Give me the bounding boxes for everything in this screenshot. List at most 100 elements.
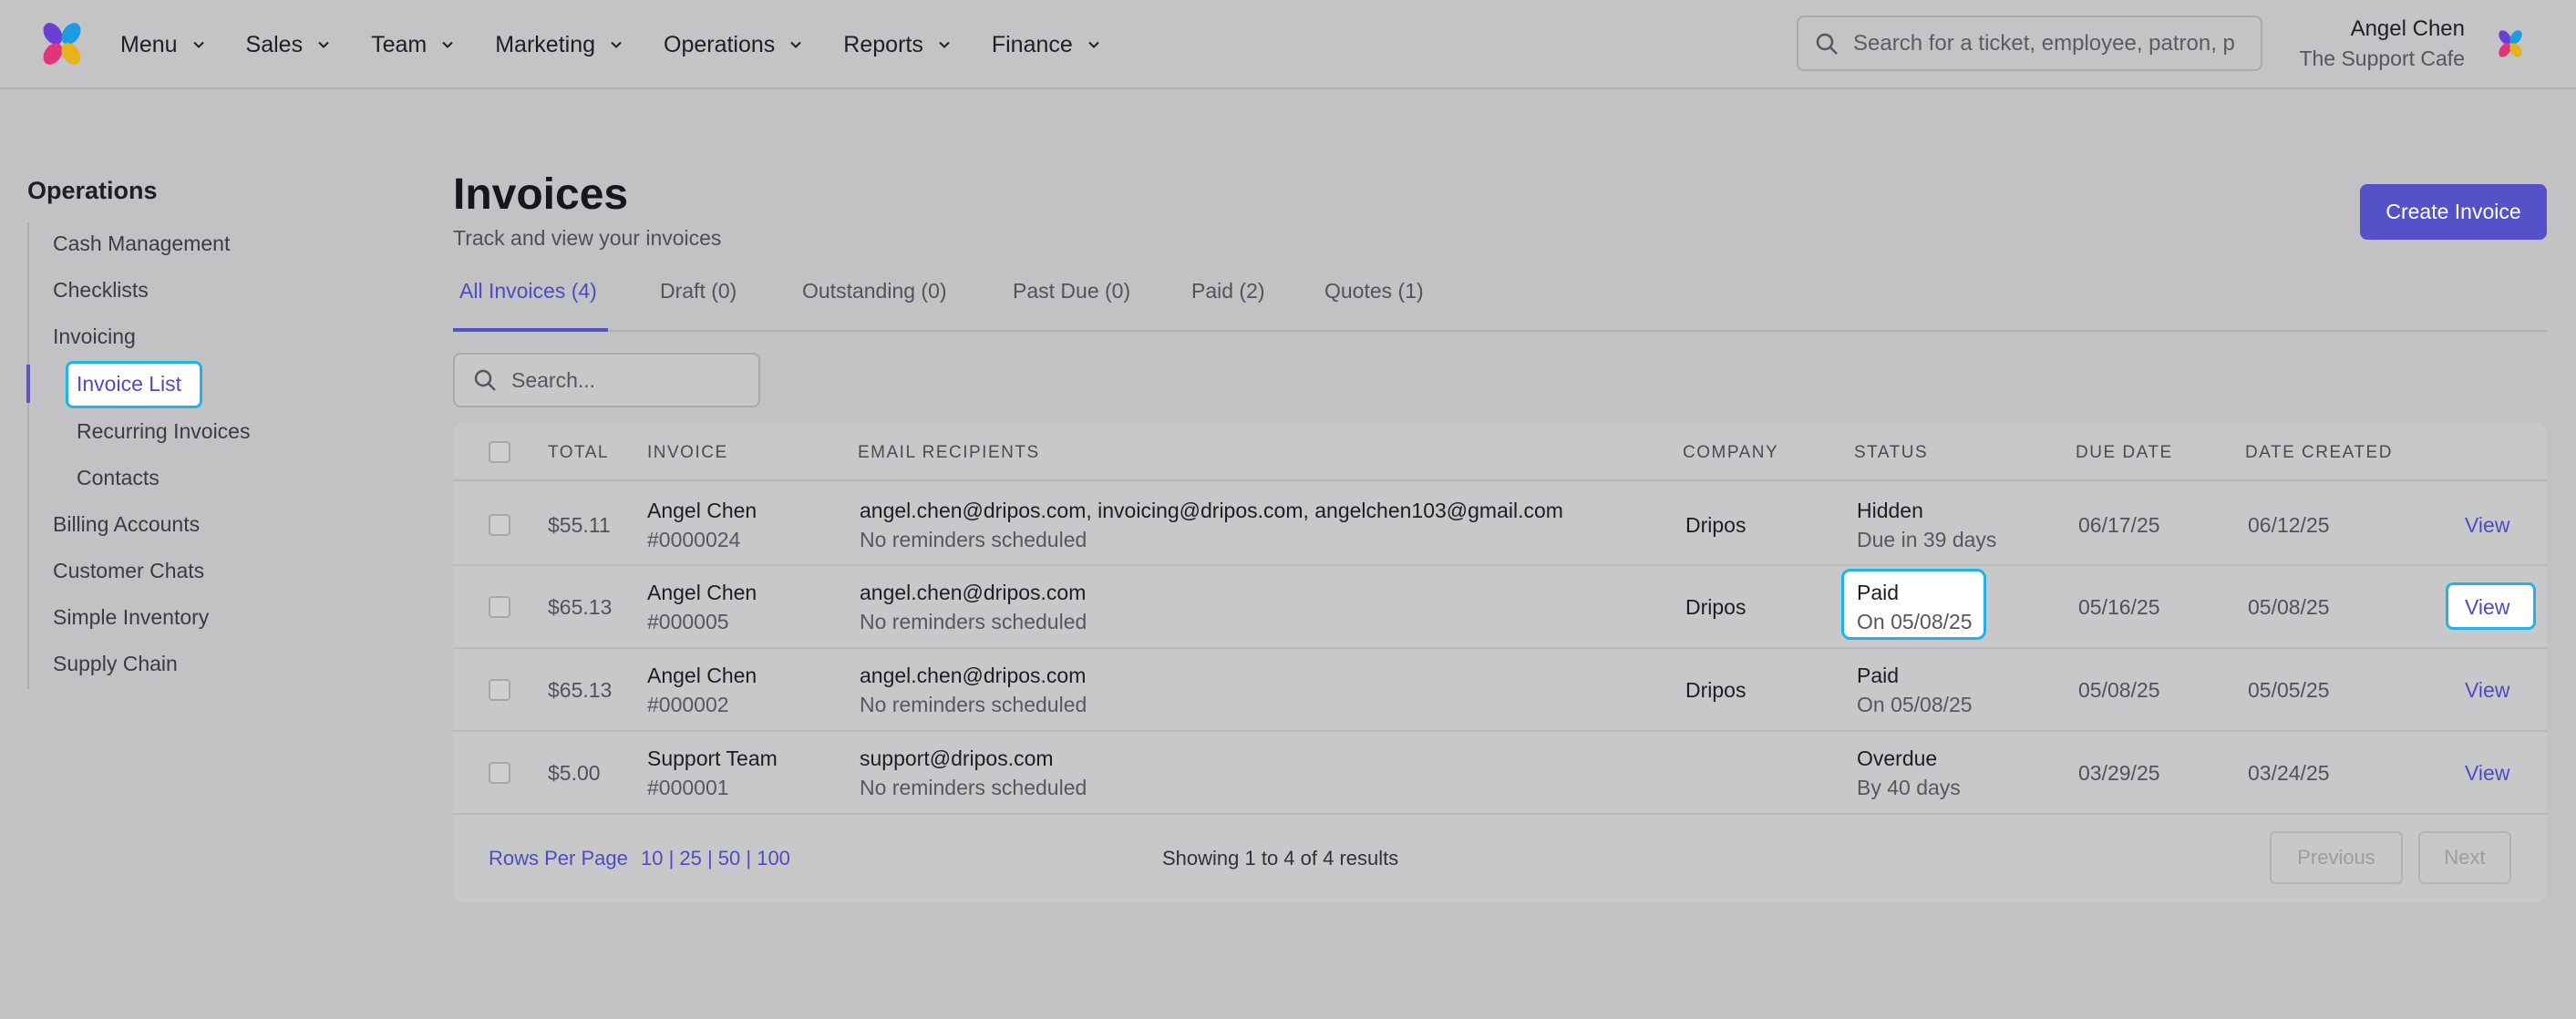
row-due-date: 06/17/25 xyxy=(2078,513,2160,537)
sidebar-item-invoicing[interactable]: Invoicing xyxy=(53,324,136,349)
sidebar-item-checklists[interactable]: Checklists xyxy=(53,278,149,303)
sidebar-item-customer-chats[interactable]: Customer Chats xyxy=(53,559,204,583)
sidebar-item-contacts[interactable]: Contacts xyxy=(77,466,160,490)
row-reminder-status: No reminders scheduled xyxy=(860,610,1087,633)
table-row[interactable]: $55.11 Angel Chen #0000024 angel.chen@dr… xyxy=(453,483,2547,566)
tab-outstanding[interactable]: Outstanding (0) xyxy=(802,279,947,304)
header-due-date: DUE DATE xyxy=(2076,443,2173,462)
row-company: Dripos xyxy=(1685,678,1747,702)
nav-menu[interactable]: Menu xyxy=(120,32,205,58)
row-total: $65.13 xyxy=(548,595,613,619)
header-company: COMPANY xyxy=(1683,443,1779,462)
row-date-created: 03/24/25 xyxy=(2248,761,2330,785)
table-row[interactable]: $65.13 Angel Chen #000002 angel.chen@dri… xyxy=(453,649,2547,732)
sidebar-item-invoice-list[interactable]: Invoice List xyxy=(77,372,181,396)
row-checkbox[interactable] xyxy=(489,679,510,701)
row-status-detail: On 05/08/25 xyxy=(1857,610,1973,633)
row-view-link[interactable]: View xyxy=(2465,678,2509,703)
nav-reports-label: Reports xyxy=(843,31,923,57)
nav-reports[interactable]: Reports xyxy=(843,32,951,58)
tab-all-invoices[interactable]: All Invoices (4) xyxy=(459,279,597,304)
invoice-search[interactable] xyxy=(453,353,760,407)
results-summary: Showing 1 to 4 of 4 results xyxy=(1162,847,1399,870)
row-customer-name: Angel Chen xyxy=(647,581,757,604)
row-status: Hidden xyxy=(1857,499,1923,522)
select-all-checkbox[interactable] xyxy=(489,441,510,463)
row-status: Paid xyxy=(1857,664,1900,687)
row-email-recipients: angel.chen@dripos.com, invoicing@dripos.… xyxy=(860,499,1563,522)
nav-menu-label: Menu xyxy=(120,31,178,57)
row-invoice-number: #0000024 xyxy=(647,528,741,551)
previous-page-button[interactable]: Previous xyxy=(2270,831,2403,884)
sidebar-item-supply-chain[interactable]: Supply Chain xyxy=(53,652,178,676)
row-status-detail: On 05/08/25 xyxy=(1857,693,1973,716)
row-checkbox[interactable] xyxy=(489,596,510,618)
user-menu[interactable]: Angel Chen The Support Cafe xyxy=(2299,15,2465,73)
row-status-detail: Due in 39 days xyxy=(1857,528,1997,551)
tab-past-due[interactable]: Past Due (0) xyxy=(1013,279,1130,304)
row-invoice-number: #000002 xyxy=(647,693,729,716)
rows-per-page-label: Rows Per Page xyxy=(489,847,628,870)
row-due-date: 03/29/25 xyxy=(2078,761,2160,785)
main-nav: Menu Sales Team Marketing Operations Rep… xyxy=(120,0,1141,89)
invoice-tabs: All Invoices (4) Draft (0) Outstanding (… xyxy=(453,268,2547,332)
create-invoice-button[interactable]: Create Invoice xyxy=(2360,184,2547,240)
user-name: Angel Chen xyxy=(2350,16,2465,41)
row-reminder-status: No reminders scheduled xyxy=(860,776,1087,799)
nav-team-label: Team xyxy=(371,31,428,57)
row-reminder-status: No reminders scheduled xyxy=(860,528,1087,551)
row-customer-name: Angel Chen xyxy=(647,664,757,687)
next-page-button[interactable]: Next xyxy=(2418,831,2511,884)
table-header: TOTAL INVOICE EMAIL RECIPIENTS COMPANY S… xyxy=(453,423,2547,481)
sidebar-item-simple-inventory[interactable]: Simple Inventory xyxy=(53,605,209,630)
nav-sales[interactable]: Sales xyxy=(246,32,331,58)
header-date-created: DATE CREATED xyxy=(2245,443,2393,462)
tab-quotes[interactable]: Quotes (1) xyxy=(1324,279,1424,304)
row-reminder-status: No reminders scheduled xyxy=(860,693,1087,716)
active-tab-indicator xyxy=(453,328,608,332)
row-email-recipients: angel.chen@dripos.com xyxy=(860,581,1087,604)
tab-draft[interactable]: Draft (0) xyxy=(660,279,737,304)
sidebar-divider xyxy=(27,222,29,689)
row-checkbox[interactable] xyxy=(489,762,510,784)
page-size-options[interactable]: 10 | 25 | 50 | 100 xyxy=(641,847,790,870)
row-email-recipients: angel.chen@dripos.com xyxy=(860,664,1087,687)
row-total: $5.00 xyxy=(548,761,601,785)
header-invoice: INVOICE xyxy=(647,443,728,462)
dripos-logo[interactable] xyxy=(36,18,88,69)
invoice-search-input[interactable] xyxy=(511,367,748,393)
chevron-down-icon xyxy=(790,41,802,48)
tab-paid[interactable]: Paid (2) xyxy=(1191,279,1265,304)
sidebar-item-cash-management[interactable]: Cash Management xyxy=(53,232,230,256)
sidebar-title: Operations xyxy=(27,177,158,204)
sidebar-active-indicator xyxy=(26,365,30,403)
row-invoice-number: #000001 xyxy=(647,776,729,799)
row-view-link[interactable]: View xyxy=(2465,761,2509,786)
nav-team[interactable]: Team xyxy=(371,32,454,58)
location-logo-icon[interactable] xyxy=(2494,27,2527,60)
row-checkbox[interactable] xyxy=(489,514,510,536)
top-navigation-bar: Menu Sales Team Marketing Operations Rep… xyxy=(0,0,2576,89)
row-total: $55.11 xyxy=(548,513,611,537)
table-row[interactable]: $5.00 Support Team #000001 support@dripo… xyxy=(453,732,2547,815)
row-customer-name: Angel Chen xyxy=(647,499,757,522)
nav-operations[interactable]: Operations xyxy=(664,32,802,58)
sidebar-item-billing-accounts[interactable]: Billing Accounts xyxy=(53,512,200,537)
user-org: The Support Cafe xyxy=(2299,46,2465,70)
nav-sales-label: Sales xyxy=(245,31,304,57)
global-search[interactable] xyxy=(1797,15,2262,71)
row-view-link[interactable]: View xyxy=(2465,595,2509,620)
nav-finance-label: Finance xyxy=(991,31,1073,57)
nav-finance[interactable]: Finance xyxy=(992,32,1100,58)
row-view-link[interactable]: View xyxy=(2465,513,2509,538)
table-row[interactable]: $65.13 Angel Chen #000005 angel.chen@dri… xyxy=(453,566,2547,649)
sidebar-item-recurring-invoices[interactable]: Recurring Invoices xyxy=(77,419,250,444)
chevron-down-icon xyxy=(611,41,622,48)
global-search-input[interactable] xyxy=(1853,30,2236,57)
chevron-down-icon xyxy=(442,41,453,48)
rows-per-page: Rows Per Page 10 | 25 | 50 | 100 xyxy=(489,847,790,870)
chevron-down-icon xyxy=(1088,41,1099,48)
row-invoice-number: #000005 xyxy=(647,610,729,633)
nav-marketing[interactable]: Marketing xyxy=(495,32,623,58)
row-email-recipients: support@dripos.com xyxy=(860,746,1054,770)
